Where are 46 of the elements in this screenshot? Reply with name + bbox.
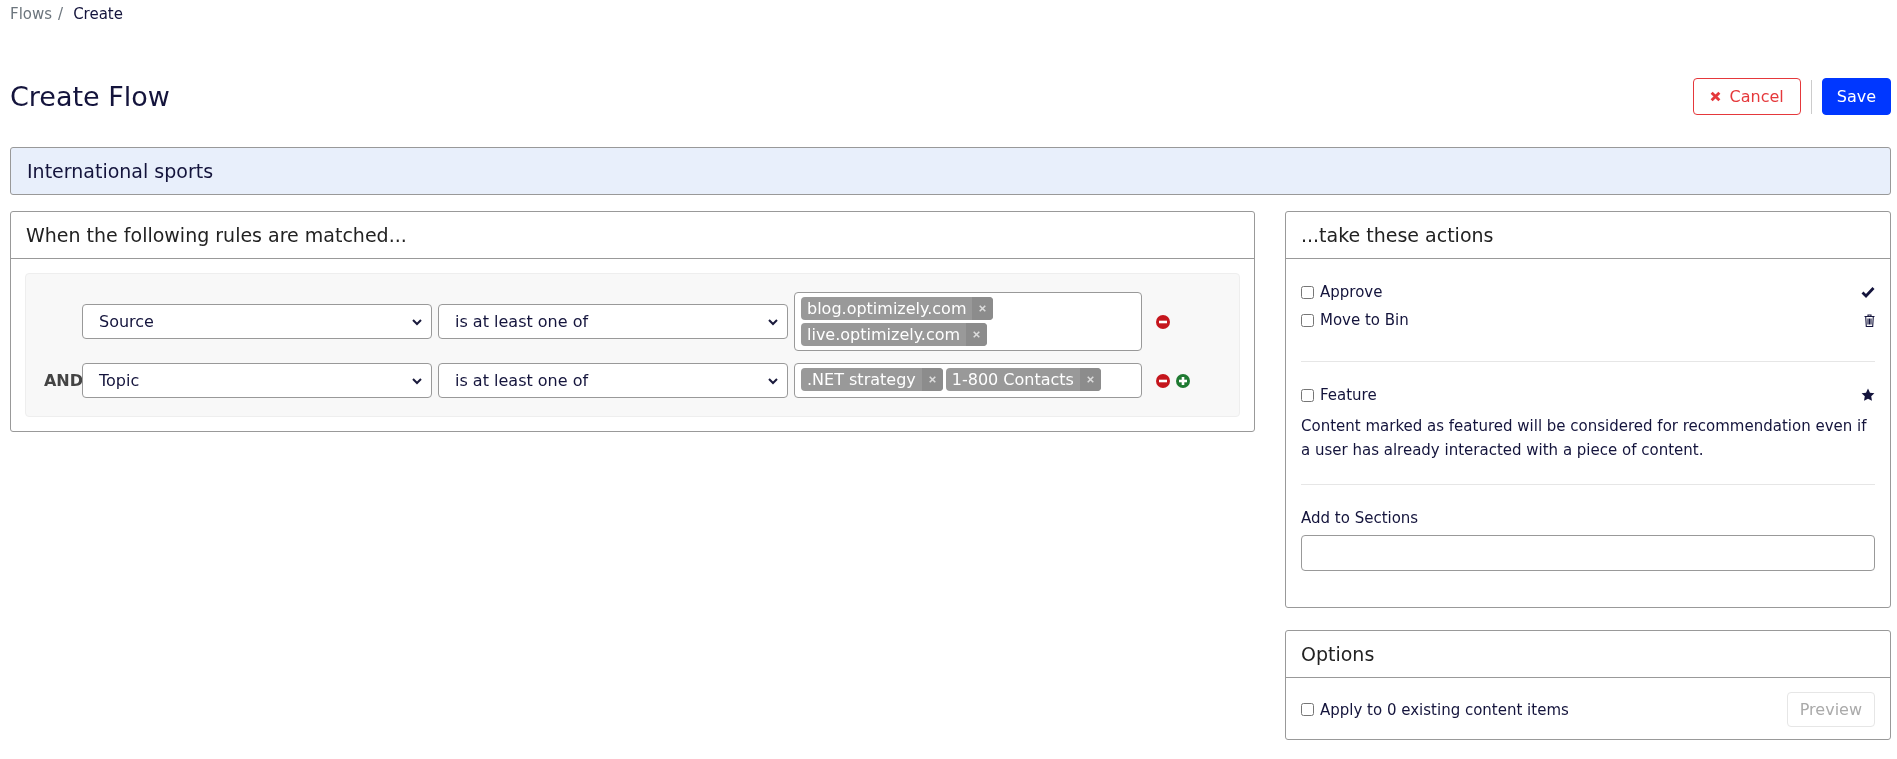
chevron-down-icon: [767, 376, 779, 385]
sections-input[interactable]: [1301, 535, 1875, 571]
apply-checkbox[interactable]: [1301, 703, 1314, 716]
action-checkbox[interactable]: [1301, 388, 1314, 402]
checkbox-label: Approve: [1320, 283, 1383, 301]
operator-select[interactable]: is at least one of: [438, 363, 788, 398]
chevron-down-icon: [767, 317, 779, 326]
close-icon: [1086, 376, 1094, 383]
checkbox-label: Feature: [1320, 386, 1377, 404]
panel-title: ...take these actions: [1301, 224, 1494, 246]
field-label: Add to Sections: [1301, 509, 1420, 527]
operator-select[interactable]: is at least one of: [438, 304, 788, 339]
action-checkbox[interactable]: [1301, 313, 1314, 327]
remove-tag-button[interactable]: [966, 323, 988, 346]
chevron-down-icon: [411, 317, 423, 326]
close-icon: [973, 331, 981, 338]
checkbox-label: Move to Bin: [1320, 311, 1409, 329]
close-icon: [979, 305, 987, 312]
flow-name: International sports: [27, 160, 214, 182]
action-checkbox[interactable]: [1301, 285, 1314, 299]
close-icon: [1709, 91, 1721, 102]
value-tag: 1-800 Contacts: [945, 368, 1101, 391]
save-button[interactable]: Save: [1821, 78, 1891, 115]
value-tag: .NET strategy: [801, 368, 943, 391]
close-icon: [928, 376, 936, 383]
remove-tag-button[interactable]: [921, 368, 943, 391]
rule-connector: AND: [43, 371, 83, 390]
star-icon: [1861, 388, 1875, 402]
field-select[interactable]: Source: [82, 304, 432, 339]
feature-description: Content marked as featured will be considered for recommendation even if a user has already interacted with a piece of content.: [1301, 416, 1868, 461]
checkmark-icon: [1861, 286, 1875, 298]
remove-tag-button[interactable]: [972, 297, 994, 320]
trash-icon: [1864, 313, 1875, 327]
checkbox-label: Apply to 0 existing content items: [1320, 700, 1569, 719]
breadcrumb-current: Create: [73, 5, 123, 25]
remove-tag-button[interactable]: [1079, 368, 1101, 391]
panel-title: Options: [1301, 643, 1375, 665]
cancel-button[interactable]: Cancel: [1692, 78, 1801, 115]
field-select[interactable]: Topic: [82, 363, 432, 398]
breadcrumb-separator: /: [58, 5, 64, 25]
value-tag: blog.optimizely.com: [801, 297, 994, 320]
panel-title: When the following rules are matched...: [26, 224, 407, 246]
breadcrumb-link[interactable]: Flows: [10, 5, 53, 29]
page-title: Create Flow: [10, 81, 170, 112]
value-tag: live.optimizely.com: [801, 323, 988, 346]
chevron-down-icon: [411, 376, 423, 385]
